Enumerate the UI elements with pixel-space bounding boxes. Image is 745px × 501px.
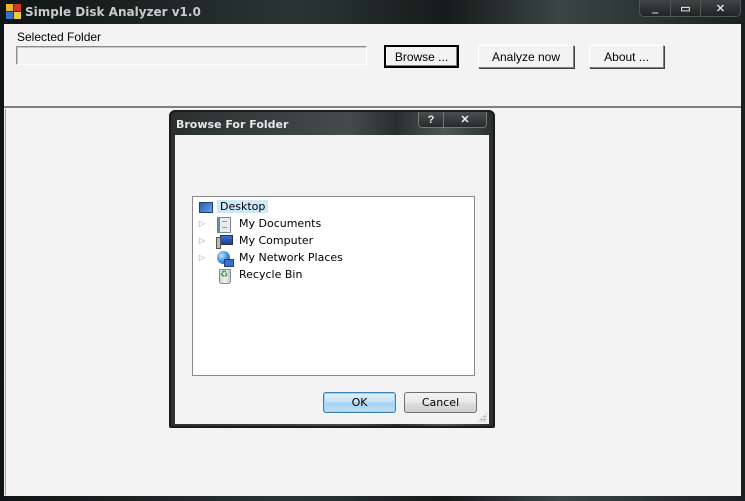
dialog-client-area: Desktop ▷ My Documents ▷ My Computer ▷ M… — [175, 135, 489, 424]
tree-item-my-network-places[interactable]: ▷ My Network Places — [197, 249, 346, 267]
app-window: Simple Disk Analyzer v1.0 ‗ ▭ ✕ Selected… — [0, 0, 745, 501]
title-bar[interactable]: Simple Disk Analyzer v1.0 ‗ ▭ ✕ — [0, 0, 745, 24]
network-places-icon — [216, 250, 234, 267]
cancel-button[interactable]: Cancel — [404, 392, 477, 413]
expand-icon[interactable]: ▷ — [197, 249, 207, 266]
folder-tree[interactable]: Desktop ▷ My Documents ▷ My Computer ▷ M… — [192, 196, 475, 376]
top-panel: Selected Folder Browse ... Analyze now A… — [4, 24, 741, 108]
close-button[interactable]: ✕ — [700, 0, 740, 16]
tree-item-label: Recycle Bin — [239, 268, 303, 281]
desktop-icon — [197, 199, 213, 215]
selected-folder-input[interactable] — [16, 46, 367, 65]
my-documents-icon — [216, 216, 232, 233]
browse-button[interactable]: Browse ... — [384, 45, 459, 68]
tree-item-desktop[interactable]: Desktop — [197, 198, 269, 215]
expand-icon[interactable]: ▷ — [197, 232, 207, 249]
browse-for-folder-dialog: Browse For Folder ? ✕ Desktop ▷ My Docum… — [169, 110, 495, 428]
tree-item-label: My Computer — [239, 234, 314, 247]
minimize-button[interactable]: ‗ — [640, 0, 670, 16]
dialog-close-button[interactable]: ✕ — [444, 112, 486, 127]
minimize-icon: ‗ — [651, 2, 659, 14]
tree-item-label: My Network Places — [239, 251, 343, 264]
analyze-now-button[interactable]: Analyze now — [478, 45, 574, 68]
close-icon: ✕ — [715, 2, 726, 15]
close-icon: ✕ — [460, 114, 470, 126]
recycle-bin-icon — [216, 267, 232, 284]
dialog-caption-buttons: ? ✕ — [418, 112, 487, 128]
window-title: Simple Disk Analyzer v1.0 — [25, 5, 201, 19]
tree-item-label: Desktop — [217, 200, 269, 213]
ok-button[interactable]: OK — [323, 392, 396, 413]
expand-icon[interactable]: ▷ — [197, 215, 207, 232]
dialog-title: Browse For Folder — [176, 118, 289, 131]
maximize-button[interactable]: ▭ — [670, 0, 700, 16]
help-icon: ? — [427, 113, 435, 126]
my-computer-icon — [216, 233, 233, 249]
tree-item-label: My Documents — [239, 217, 322, 230]
dialog-help-button[interactable]: ? — [419, 112, 444, 127]
maximize-icon: ▭ — [680, 2, 691, 15]
app-icon — [6, 4, 21, 19]
resize-grip[interactable] — [477, 412, 487, 422]
selected-folder-label: Selected Folder — [17, 30, 102, 44]
about-button[interactable]: About ... — [589, 45, 664, 68]
tree-item-recycle-bin[interactable]: Recycle Bin — [216, 266, 305, 284]
tree-item-my-computer[interactable]: ▷ My Computer — [197, 232, 316, 249]
tree-item-my-documents[interactable]: ▷ My Documents — [197, 215, 324, 233]
caption-buttons: ‗ ▭ ✕ — [639, 0, 741, 17]
